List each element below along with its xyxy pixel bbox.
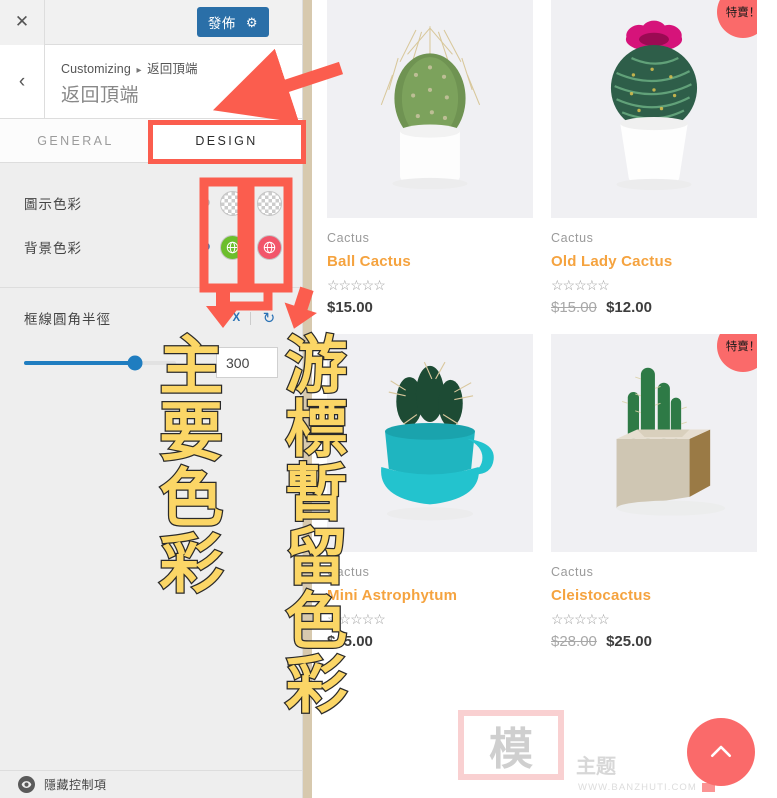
product-category: Cactus bbox=[551, 231, 594, 245]
eye-icon bbox=[18, 776, 35, 793]
customizer-screen: ✕ 發佈 ⚙ ‹ Customizing ▸ 返回頂端 返回頂端 GENERAL… bbox=[0, 0, 777, 798]
publish-button[interactable]: 發佈 ⚙ bbox=[196, 7, 269, 37]
product-image[interactable] bbox=[327, 0, 533, 218]
breadcrumb-current: 返回頂端 bbox=[147, 62, 198, 76]
color-controls-group: 圖示色彩 ↺ 背景色彩 ↺ bbox=[0, 163, 302, 283]
background-color-normal-swatch[interactable] bbox=[220, 234, 245, 260]
background-color-hover-cell bbox=[251, 234, 288, 260]
publish-label: 發佈 bbox=[207, 16, 236, 31]
icon-color-hover-cell bbox=[251, 190, 288, 216]
border-radius-control: 框線圓角半徑 PX ↺ bbox=[0, 288, 302, 378]
product-price-current: $15.00 bbox=[327, 299, 373, 316]
product-price: $15.00 $12.00 bbox=[551, 299, 757, 316]
product-price-current: $25.00 bbox=[606, 633, 652, 650]
scroll-to-top-button[interactable] bbox=[687, 718, 755, 786]
page-title: 返回頂端 bbox=[61, 85, 140, 106]
background-color-row: 背景色彩 ↺ bbox=[0, 225, 302, 269]
gear-icon[interactable]: ⚙ bbox=[246, 16, 258, 29]
panel-tabs: GENERAL DESIGN bbox=[0, 119, 302, 163]
panel-body: 圖示色彩 ↺ 背景色彩 ↺ 框線圓角半徑 PX ↺ 300 bbox=[0, 163, 302, 378]
product-name[interactable]: Ball Cactus bbox=[327, 253, 533, 270]
product-category: Cactus bbox=[327, 565, 370, 579]
breadcrumb: Customizing ▸ 返回頂端 bbox=[61, 58, 198, 77]
icon-color-row: 圖示色彩 ↺ bbox=[0, 181, 302, 225]
icon-color-normal-cell bbox=[214, 190, 251, 216]
radius-slider-knob[interactable] bbox=[127, 355, 143, 370]
mini-astrophytum-art bbox=[381, 361, 494, 521]
product-rating: ☆☆☆☆☆ bbox=[327, 611, 386, 627]
breadcrumb-root[interactable]: Customizing bbox=[61, 62, 131, 76]
hide-controls-label: 隱藏控制項 bbox=[44, 778, 107, 792]
customizer-topbar: ✕ 發佈 ⚙ bbox=[0, 0, 302, 45]
unit-separator bbox=[250, 311, 251, 325]
radius-value-input[interactable] bbox=[216, 347, 278, 378]
icon-color-normal-swatch[interactable] bbox=[220, 190, 245, 216]
background-color-reset-icon[interactable]: ↺ bbox=[196, 238, 214, 256]
product-rating: ☆☆☆☆☆ bbox=[551, 611, 610, 627]
product-card[interactable]: Cactus Mini Astrophytum ☆☆☆☆☆ $45.00 bbox=[327, 334, 533, 650]
chevron-up-icon bbox=[710, 745, 732, 758]
tab-general[interactable]: GENERAL bbox=[0, 119, 151, 162]
product-rating: ☆☆☆☆☆ bbox=[327, 277, 386, 293]
globe-icon bbox=[221, 236, 244, 259]
product-card[interactable]: Cactus Ball Cactus ☆☆☆☆☆ $15.00 bbox=[327, 0, 533, 316]
site-preview: Cactus Ball Cactus ☆☆☆☆☆ $15.00 特賣！ Cact… bbox=[303, 0, 777, 798]
product-price-current: $12.00 bbox=[606, 299, 652, 316]
background-color-hover-swatch[interactable] bbox=[257, 234, 282, 260]
product-card[interactable]: 特賣！ bbox=[551, 0, 757, 316]
hide-controls-bar[interactable]: 隱藏控制項 bbox=[0, 770, 302, 798]
product-rating: ☆☆☆☆☆ bbox=[551, 277, 610, 293]
radius-slider[interactable] bbox=[24, 355, 176, 370]
panel-header: ‹ Customizing ▸ 返回頂端 返回頂端 bbox=[0, 45, 302, 119]
product-name[interactable]: Mini Astrophytum bbox=[327, 587, 533, 604]
product-price-current: $45.00 bbox=[327, 633, 373, 650]
icon-color-hover-swatch[interactable] bbox=[257, 190, 282, 216]
tab-design[interactable]: DESIGN bbox=[151, 119, 302, 162]
product-name[interactable]: Old Lady Cactus bbox=[551, 253, 757, 270]
radius-slider-fill bbox=[24, 360, 135, 365]
radius-units: PX ↺ bbox=[224, 309, 278, 327]
radius-header: 框線圓角半徑 PX ↺ bbox=[24, 308, 278, 328]
product-image[interactable] bbox=[327, 334, 533, 552]
product-price: $28.00 $25.00 bbox=[551, 633, 757, 650]
breadcrumb-separator-icon: ▸ bbox=[136, 65, 142, 76]
globe-icon bbox=[258, 236, 281, 259]
product-grid: Cactus Ball Cactus ☆☆☆☆☆ $15.00 特賣！ Cact… bbox=[312, 0, 777, 798]
customizer-sidebar: ✕ 發佈 ⚙ ‹ Customizing ▸ 返回頂端 返回頂端 GENERAL… bbox=[0, 0, 303, 798]
product-card[interactable]: 特賣！ bbox=[551, 334, 757, 650]
icon-color-reset-icon[interactable]: ↺ bbox=[196, 194, 214, 212]
product-price-original: $28.00 bbox=[551, 633, 597, 650]
radius-inputs bbox=[24, 347, 278, 378]
background-color-normal-cell bbox=[214, 234, 251, 260]
close-icon[interactable]: ✕ bbox=[0, 0, 45, 45]
unit-px-button[interactable]: PX bbox=[224, 312, 241, 324]
product-price-original: $15.00 bbox=[551, 299, 597, 316]
panel-titles: Customizing ▸ 返回頂端 返回頂端 bbox=[45, 45, 198, 118]
icon-color-label: 圖示色彩 bbox=[24, 197, 82, 212]
product-image[interactable]: 特賣！ bbox=[551, 0, 757, 218]
preview-gutter bbox=[303, 0, 312, 798]
radius-reset-icon[interactable]: ↺ bbox=[260, 309, 278, 327]
product-category: Cactus bbox=[327, 231, 370, 245]
product-image[interactable]: 特賣！ bbox=[551, 334, 757, 552]
product-name[interactable]: Cleistocactus bbox=[551, 587, 757, 604]
back-button[interactable]: ‹ bbox=[0, 45, 45, 118]
product-category: Cactus bbox=[551, 565, 594, 579]
product-price: $15.00 bbox=[327, 299, 533, 316]
background-color-label: 背景色彩 bbox=[24, 241, 82, 256]
product-price: $45.00 bbox=[327, 633, 533, 650]
radius-label: 框線圓角半徑 bbox=[24, 312, 111, 327]
ball-cactus-art bbox=[380, 26, 481, 190]
